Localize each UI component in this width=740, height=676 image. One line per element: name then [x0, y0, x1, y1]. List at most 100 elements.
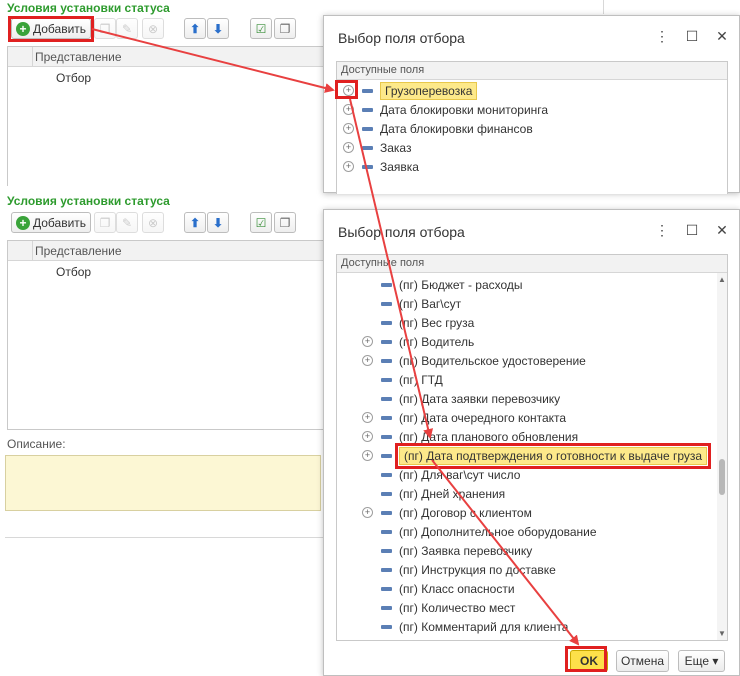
field-icon: [381, 568, 392, 572]
dialog2-tree-item[interactable]: + (пг) Дата планового обновления: [337, 428, 717, 447]
uncheck-all-button[interactable]: ❐: [274, 18, 296, 39]
dialog1-tree-item[interactable]: + Заявка: [337, 158, 727, 177]
move-up-button[interactable]: ⬆: [184, 18, 206, 39]
scroll-down-icon[interactable]: ▼: [718, 629, 726, 638]
maximize-icon[interactable]: ☐: [684, 28, 700, 45]
dialog2-tree-item-label: (пг) Дата планового обновления: [399, 430, 579, 444]
scroll-thumb[interactable]: [719, 459, 725, 495]
dialog2-tree-item[interactable]: (пг) Инструкция по доставке: [337, 561, 717, 580]
field-icon: [381, 625, 392, 629]
dialog2-tree-item-label: (пг) Вес груза: [399, 316, 475, 330]
field-icon: [381, 511, 392, 515]
top-form: Условия установки статуса + Добавить ❐ ✎…: [0, 0, 330, 190]
expand-icon[interactable]: +: [362, 431, 373, 442]
expand-icon[interactable]: +: [343, 161, 354, 172]
dialog2-tree-item[interactable]: (пг) Дней хранения: [337, 485, 717, 504]
dialog1-tree-item[interactable]: + Заказ: [337, 139, 727, 158]
dialog2-tree-item[interactable]: + (пг) Водительское удостоверение: [337, 352, 717, 371]
field-icon: [381, 530, 392, 534]
dialog2-tree-item[interactable]: + (пг) Водитель: [337, 333, 717, 352]
close-icon[interactable]: ✕: [714, 28, 730, 45]
grid-header-2: Представление: [8, 241, 325, 261]
move-down-button-2[interactable]: ⬇: [207, 212, 229, 233]
dialog2-tree-item[interactable]: (пг) Вес груза: [337, 314, 717, 333]
dialog2-tree-item-label: (пг) Договор с клиентом: [399, 506, 532, 520]
description-field[interactable]: [5, 455, 321, 511]
copy-button[interactable]: ❐: [94, 18, 116, 39]
expand-icon[interactable]: +: [343, 142, 354, 153]
dialog2-tree-item[interactable]: (пг) Класс опасности: [337, 580, 717, 599]
dialog1-tree-item[interactable]: + Грузоперевозка: [337, 82, 727, 101]
dialog2-tree-item[interactable]: (пг) Бюджет - расходы: [337, 276, 717, 295]
delete-button[interactable]: ⊗: [142, 18, 164, 39]
field-icon: [362, 89, 373, 93]
dialog2-tree-item[interactable]: (пг) Заявка перевозчику: [337, 542, 717, 561]
expand-icon[interactable]: +: [362, 355, 373, 366]
edit-button[interactable]: ✎: [116, 18, 138, 39]
dialog1-title: Выбор поля отбора: [338, 30, 465, 46]
expand-icon[interactable]: +: [362, 412, 373, 423]
dialog2-tree-item-label: (пг) Водитель: [399, 335, 475, 349]
uncheck-all-icon: ❐: [279, 21, 291, 36]
dialog2-tree-item[interactable]: + (пг) Договор с клиентом: [337, 504, 717, 523]
dialog2-tree-item[interactable]: + (пг) Дата очередного контакта: [337, 409, 717, 428]
delete-icon-2: ⊗: [147, 215, 159, 230]
top-form-title: Условия установки статуса: [7, 1, 170, 15]
grid-row-filter-2[interactable]: Отбор: [56, 265, 91, 279]
close-icon-2[interactable]: ✕: [714, 222, 730, 239]
copy-button-2[interactable]: ❐: [94, 212, 116, 233]
dialog1-tree-item[interactable]: + Дата блокировки мониторинга: [337, 101, 727, 120]
field-icon: [362, 127, 373, 131]
delete-button-2[interactable]: ⊗: [142, 212, 164, 233]
grid-header-separator: [32, 47, 33, 66]
check-all-button[interactable]: ☑: [250, 18, 272, 39]
expand-icon[interactable]: +: [362, 507, 373, 518]
dialog2-tree-header: Доступные поля: [337, 255, 727, 273]
bottom-conditions-grid: Представление Отбор: [7, 240, 325, 430]
expand-icon[interactable]: +: [362, 450, 373, 461]
arrow-up-icon: ⬆: [189, 21, 201, 36]
dialog2-tree-item[interactable]: (пг) ГТД: [337, 371, 717, 390]
grid-row-filter[interactable]: Отбор: [56, 71, 91, 85]
copy-icon-2: ❐: [99, 215, 111, 230]
dialog2-tree-item[interactable]: (пг) Для ваг\сут число: [337, 466, 717, 485]
bottom-form-bottom-border: [5, 537, 323, 538]
field-icon: [381, 454, 392, 458]
dialog2-tree-item-label: (пг) Количество мест: [399, 601, 516, 615]
dialog2-tree-item[interactable]: (пг) Количество мест: [337, 599, 717, 618]
edit-button-2[interactable]: ✎: [116, 212, 138, 233]
grid-header-representation: Представление: [35, 50, 122, 64]
add-button-2[interactable]: + Добавить: [11, 212, 91, 233]
more-button[interactable]: Еще ▾: [678, 650, 725, 672]
dialog2-tree-item-label: (пг) Дата подтверждения о готовности к в…: [394, 443, 712, 469]
dialog2-tree-item[interactable]: (пг) Дата заявки перевозчику: [337, 390, 717, 409]
expand-icon[interactable]: +: [362, 336, 373, 347]
move-up-button-2[interactable]: ⬆: [184, 212, 206, 233]
grid-header-separator-2: [32, 241, 33, 260]
field-icon: [381, 473, 392, 477]
dialog2-tree-item[interactable]: (пг) Комментарий для клиента: [337, 618, 717, 637]
dialog2-tree-item[interactable]: (пг) Дополнительное оборудование: [337, 523, 717, 542]
dialog2-tree-item-label: (пг) Ваг\сут: [399, 297, 462, 311]
expand-icon[interactable]: +: [343, 123, 354, 134]
dialog2-scrollbar[interactable]: ▲ ▼: [717, 273, 727, 640]
cancel-button[interactable]: Отмена: [616, 650, 669, 672]
field-select-dialog-2: Выбор поля отбора ⋮ ☐ ✕ Доступные поля (…: [323, 209, 740, 676]
field-icon: [381, 416, 392, 420]
field-select-dialog-1: Выбор поля отбора ⋮ ☐ ✕ Доступные поля +…: [323, 15, 740, 194]
dialog2-tree-item[interactable]: (пг) Ваг\сут: [337, 295, 717, 314]
dialog2-tree-item[interactable]: + (пг) Дата подтверждения о готовности к …: [337, 443, 717, 469]
maximize-icon-2[interactable]: ☐: [684, 222, 700, 239]
scroll-up-icon[interactable]: ▲: [718, 275, 726, 284]
grouz-expand-highlight: [335, 80, 358, 99]
dialog1-tree-item[interactable]: + Дата блокировки финансов: [337, 120, 727, 139]
field-icon: [381, 606, 392, 610]
more-menu-icon[interactable]: ⋮: [654, 28, 670, 45]
dialog2-tree-item-label: (пг) Класс опасности: [399, 582, 515, 596]
more-menu-icon-2[interactable]: ⋮: [654, 222, 670, 239]
field-icon: [381, 378, 392, 382]
expand-icon[interactable]: +: [343, 104, 354, 115]
check-all-button-2[interactable]: ☑: [250, 212, 272, 233]
uncheck-all-button-2[interactable]: ❐: [274, 212, 296, 233]
move-down-button[interactable]: ⬇: [207, 18, 229, 39]
